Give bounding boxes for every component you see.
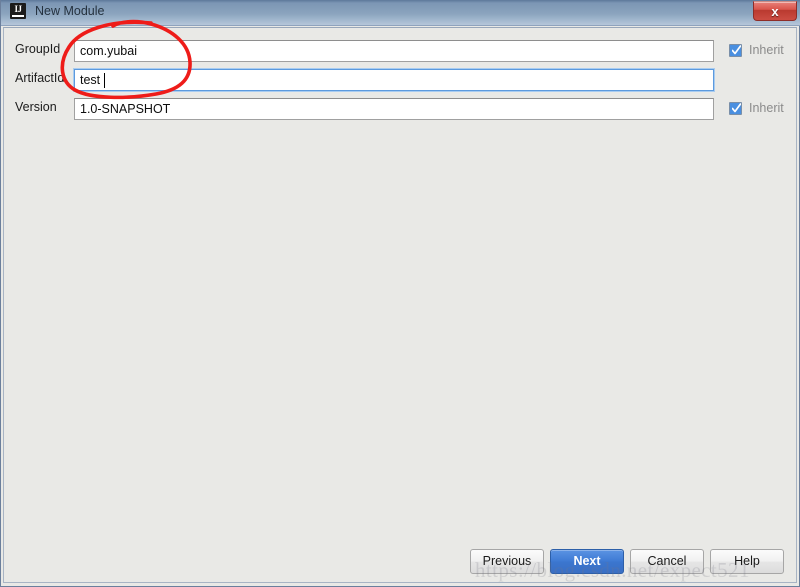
groupid-input[interactable] xyxy=(74,40,714,62)
dialog-content: GroupId Inherit ArtifactId Versi xyxy=(3,27,797,583)
artifactid-input[interactable] xyxy=(74,69,714,91)
text-caret xyxy=(104,73,105,88)
version-label: Version xyxy=(15,100,57,114)
groupid-inherit-label: Inherit xyxy=(749,43,784,57)
window-title: New Module xyxy=(35,4,105,18)
groupid-label: GroupId xyxy=(15,42,61,56)
watermark-text: https://blog.csdn.net/expect521 xyxy=(475,558,750,582)
checkmark-icon xyxy=(732,102,741,115)
title-bar: IJ New Module x xyxy=(1,0,800,26)
form-row-groupid: GroupId Inherit xyxy=(4,40,798,62)
groupid-inherit-checkbox[interactable] xyxy=(729,43,742,57)
version-inherit-checkbox[interactable] xyxy=(729,101,742,115)
checkmark-icon xyxy=(732,44,741,57)
version-input[interactable] xyxy=(74,98,714,120)
intellij-idea-icon: IJ xyxy=(10,3,26,19)
groupid-inherit-group[interactable]: Inherit xyxy=(729,43,784,57)
form-row-artifactid: ArtifactId xyxy=(4,69,798,91)
new-module-dialog: IJ New Module x GroupId Inh xyxy=(0,0,800,587)
title-bar-content: IJ New Module xyxy=(10,3,104,19)
form-row-version: Version Inherit xyxy=(4,98,798,120)
app-icon-label: IJ xyxy=(14,4,22,14)
close-icon: x xyxy=(771,4,779,19)
version-inherit-group[interactable]: Inherit xyxy=(729,101,784,115)
artifactid-label: ArtifactId xyxy=(15,71,65,85)
app-icon-underline xyxy=(12,15,24,17)
version-inherit-label: Inherit xyxy=(749,101,784,115)
close-button[interactable]: x xyxy=(753,1,797,21)
